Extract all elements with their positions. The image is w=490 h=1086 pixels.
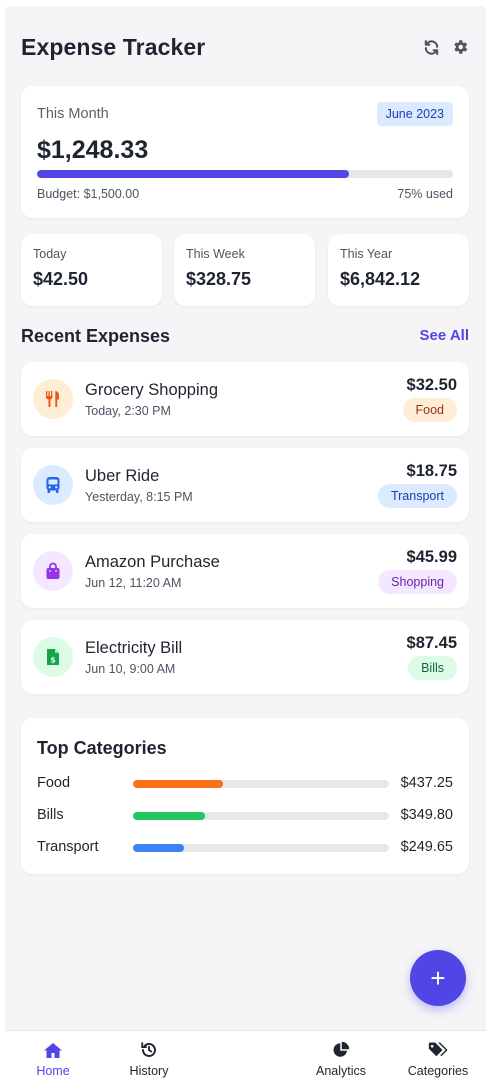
category-bar [133, 780, 389, 788]
category-row: Transport $249.65 [37, 838, 453, 858]
nav-label: Analytics [315, 1064, 367, 1078]
svg-text:$: $ [50, 656, 56, 665]
stat-card-today: Today $42.50 [21, 234, 162, 306]
category-badge: Bills [408, 656, 457, 680]
category-bar-fill [133, 844, 185, 852]
nav-categories[interactable]: Categories [398, 1031, 478, 1086]
top-categories-title: Top Categories [37, 738, 167, 758]
refresh-icon[interactable] [421, 37, 441, 57]
expense-name: Grocery Shopping [85, 381, 218, 399]
stat-label: This Week [186, 247, 245, 261]
expense-item[interactable]: Uber Ride Yesterday, 8:15 PM $18.75 Tran… [21, 448, 469, 522]
history-icon [139, 1041, 159, 1059]
expense-time: Jun 10, 9:00 AM [85, 662, 176, 676]
stat-card-week: This Week $328.75 [174, 234, 315, 306]
expense-time: Yesterday, 8:15 PM [85, 490, 193, 504]
category-name: Bills [37, 807, 64, 823]
header-actions [421, 37, 470, 57]
category-row: Food $437.25 [37, 774, 453, 794]
stat-value: $328.75 [186, 269, 252, 289]
stat-card-year: This Year $6,842.12 [328, 234, 469, 306]
expense-name: Uber Ride [85, 467, 160, 485]
top-categories-card: Top Categories Food $437.25 Bills $349.8… [21, 718, 469, 874]
expense-name: Electricity Bill [85, 639, 183, 657]
budget-progress-bar [37, 170, 453, 178]
category-bar-fill [133, 780, 223, 788]
nav-label: Home [36, 1064, 70, 1078]
gear-icon[interactable] [450, 37, 470, 57]
recent-expenses-title: Recent Expenses [21, 326, 171, 346]
stat-value: $6,842.12 [340, 269, 421, 289]
stat-label: This Year [340, 247, 393, 261]
expense-icon-circle [33, 551, 73, 591]
header: Expense Tracker [21, 32, 470, 62]
category-badge: Shopping [378, 570, 457, 594]
utensils-icon [46, 391, 59, 407]
shopping-bag-icon [46, 562, 60, 579]
invoice-dollar-icon: $ [47, 649, 59, 665]
home-icon [43, 1041, 63, 1059]
see-all-link[interactable]: See All [420, 327, 469, 344]
stat-value: $42.50 [33, 269, 89, 289]
app-title: Expense Tracker [21, 33, 206, 60]
budget-used-label: 75% used [397, 187, 453, 201]
tags-icon [428, 1041, 448, 1059]
expense-icon-circle [33, 379, 73, 419]
expense-amount: $18.75 [406, 462, 457, 480]
expense-item[interactable]: $ Electricity Bill Jun 10, 9:00 AM $87.4… [21, 620, 469, 694]
month-label: This Month [37, 106, 109, 122]
month-total: $1,248.33 [37, 136, 149, 164]
category-bar [133, 812, 389, 820]
add-expense-button[interactable]: + [410, 950, 466, 1006]
expense-amount: $32.50 [406, 376, 457, 394]
monthly-summary-card: This Month June 2023 $1,248.33 Budget: $… [21, 86, 469, 218]
expense-time: Today, 2:30 PM [85, 404, 171, 418]
category-bar-fill [133, 812, 205, 820]
category-amount: $349.80 [400, 807, 453, 823]
nav-analytics[interactable]: Analytics [301, 1031, 381, 1086]
expense-amount: $87.45 [406, 634, 457, 652]
bottom-nav: Home History Analytics Categories [5, 1030, 486, 1086]
nav-label: Categories [407, 1064, 469, 1078]
budget-progress-fill [37, 170, 349, 178]
stat-label: Today [33, 247, 67, 261]
expense-item[interactable]: Amazon Purchase Jun 12, 11:20 AM $45.99 … [21, 534, 469, 608]
app-screen: Expense Tracker This Month June 2023 $1,… [5, 6, 486, 1086]
expense-item[interactable]: Grocery Shopping Today, 2:30 PM $32.50 F… [21, 362, 469, 436]
category-badge: Food [402, 398, 457, 422]
category-amount: $437.25 [400, 775, 453, 791]
category-amount: $249.65 [400, 839, 453, 855]
expense-icon-circle: $ [33, 637, 73, 677]
bus-icon [46, 477, 60, 493]
category-badge: Transport [377, 484, 457, 508]
expense-name: Amazon Purchase [85, 553, 220, 571]
category-row: Bills $349.80 [37, 806, 453, 826]
expense-amount: $45.99 [406, 548, 457, 566]
expense-time: Jun 12, 11:20 AM [85, 576, 182, 590]
budget-label: Budget: $1,500.00 [37, 187, 140, 201]
category-bar [133, 844, 389, 852]
nav-history[interactable]: History [109, 1031, 189, 1086]
month-badge: June 2023 [376, 102, 453, 126]
pie-chart-icon [331, 1041, 351, 1059]
category-name: Food [37, 775, 71, 791]
nav-label: History [129, 1064, 169, 1078]
expense-icon-circle [33, 465, 73, 505]
category-name: Transport [37, 839, 99, 855]
nav-home[interactable]: Home [13, 1031, 93, 1086]
